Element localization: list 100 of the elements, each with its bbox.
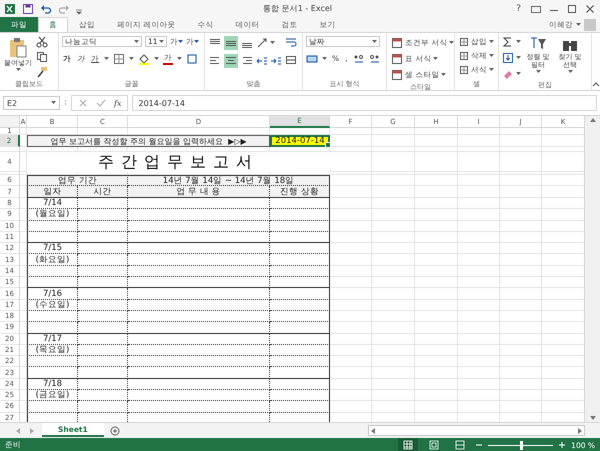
phonetic-icon[interactable] <box>186 53 198 65</box>
table-cell <box>78 344 128 356</box>
maximize-icon[interactable] <box>566 2 578 14</box>
table-cell <box>27 232 78 244</box>
table-cell <box>270 378 330 390</box>
caret-icon <box>104 57 109 61</box>
horizontal-scrollbar[interactable] <box>368 425 585 436</box>
table-cell <box>270 198 330 210</box>
formula-field[interactable]: 2014-07-14 <box>132 95 597 111</box>
align-icon <box>225 55 237 67</box>
caret-icon <box>576 22 581 26</box>
caret-icon <box>159 40 164 44</box>
table-cell <box>78 401 128 413</box>
zoom-out-icon[interactable] <box>476 442 482 448</box>
add-sheet-icon[interactable] <box>110 426 120 436</box>
scissors-icon[interactable] <box>36 36 48 48</box>
header-cell: 일자 <box>27 186 78 198</box>
caret-icon <box>489 40 494 44</box>
cells-icon <box>459 65 469 75</box>
page-break-icon <box>455 440 466 450</box>
sort-filter-icon <box>529 36 547 52</box>
table-cell <box>270 220 330 232</box>
caret-icon <box>322 57 327 61</box>
table-cell <box>78 378 128 390</box>
align-icon <box>209 55 221 67</box>
table-cell: (화요일) <box>27 254 78 266</box>
table-cell <box>78 254 128 266</box>
caret-icon <box>178 40 183 44</box>
scroll-left-icon[interactable] <box>369 426 377 434</box>
page-layout-icon <box>429 440 440 450</box>
help-button[interactable]: ? <box>513 4 524 14</box>
copy-icon[interactable] <box>36 51 48 63</box>
caret-icon <box>489 54 494 58</box>
decrease-indent-icon[interactable] <box>256 55 268 67</box>
date-input-cell[interactable]: 2014-07-14 <box>270 135 330 147</box>
caret-icon <box>516 40 521 44</box>
caret-icon <box>441 73 446 77</box>
table-cell <box>78 390 128 402</box>
caret-icon <box>516 56 521 60</box>
undo-icon[interactable] <box>40 2 52 14</box>
format-painter-icon[interactable] <box>36 66 48 78</box>
zoom-in-icon[interactable] <box>559 442 566 448</box>
align-button[interactable] <box>224 54 238 68</box>
table-cell: 14년 7월 14일 ~ 14년 7월 18일 <box>128 175 330 186</box>
caret-icon <box>489 68 494 72</box>
table-cell: 7/17 <box>27 334 78 345</box>
eraser-icon[interactable] <box>502 68 514 80</box>
save-icon[interactable] <box>22 2 34 14</box>
increase-indent-icon[interactable] <box>270 55 282 67</box>
table-cell <box>270 300 330 311</box>
grid-icon <box>403 440 414 450</box>
caret-icon <box>16 68 20 72</box>
zoom-slider-thumb[interactable] <box>520 440 523 450</box>
merge-cells-icon[interactable] <box>285 54 297 66</box>
table-cell <box>78 232 128 244</box>
caret-icon <box>129 57 134 61</box>
increase-decimal-icon[interactable] <box>352 53 365 65</box>
header-cell: 진행 상황 <box>270 186 330 198</box>
table-cell: (금요일) <box>27 390 78 402</box>
table-cell: (수요일) <box>27 300 78 311</box>
close-icon[interactable] <box>584 2 596 14</box>
collapse-ribbon-icon[interactable] <box>592 81 600 87</box>
table-cell <box>27 367 78 379</box>
align-icon <box>241 55 253 67</box>
view-mode-button[interactable] <box>398 438 418 451</box>
vertical-scrollbar[interactable] <box>584 116 600 422</box>
table-cell <box>270 209 330 221</box>
table-cell <box>270 266 330 278</box>
orientation-icon[interactable] <box>256 37 268 49</box>
table-cell <box>78 220 128 232</box>
scroll-right-icon[interactable] <box>576 426 584 434</box>
caret-icon <box>516 72 521 76</box>
table-cell <box>78 266 128 278</box>
table-cell <box>78 322 128 334</box>
fill-color-icon[interactable] <box>138 53 150 65</box>
wrap-text-icon[interactable] <box>285 36 297 48</box>
name-box[interactable]: E2 <box>3 96 60 110</box>
table-cell <box>78 356 128 368</box>
caret-icon <box>449 41 454 45</box>
report-title: 주간업무보고서 <box>27 152 330 172</box>
table-cell: (목요일) <box>27 344 78 356</box>
table-cell <box>270 322 330 334</box>
insert-function-button[interactable]: fx <box>114 98 122 108</box>
excel-logo-icon <box>4 2 16 14</box>
sum-icon[interactable] <box>502 36 514 48</box>
table-style-icon <box>391 37 403 49</box>
table-cell: 7/15 <box>27 243 78 254</box>
cells-icon <box>459 51 469 61</box>
borders-icon[interactable] <box>113 53 125 65</box>
decrease-decimal-icon[interactable] <box>368 53 381 65</box>
caret-icon <box>154 57 159 61</box>
caret-icon <box>177 57 182 61</box>
caret-icon <box>568 70 572 74</box>
caret-icon <box>536 70 540 74</box>
align-button[interactable] <box>224 36 238 50</box>
fill-down-icon[interactable] <box>502 52 514 64</box>
table-cell <box>27 322 78 334</box>
fill-handle[interactable] <box>325 142 331 148</box>
caret-icon <box>433 57 438 61</box>
currency-icon[interactable] <box>306 53 318 65</box>
